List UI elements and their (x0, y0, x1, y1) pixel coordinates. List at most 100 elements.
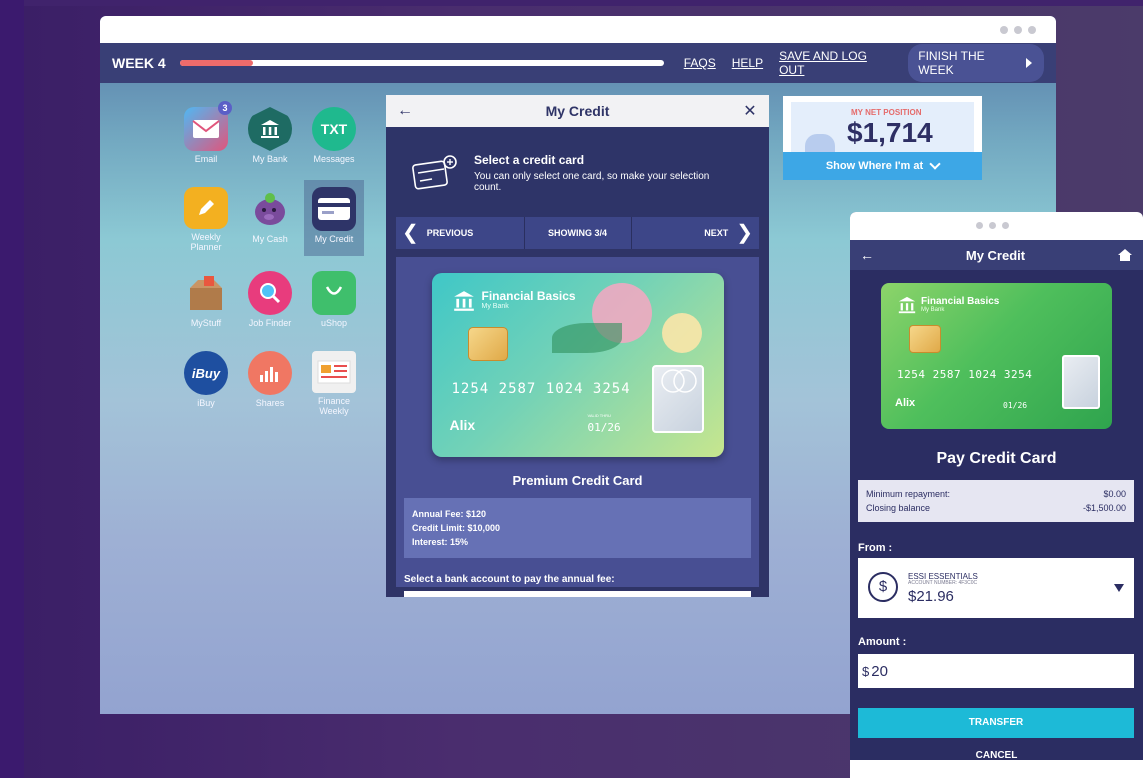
card-valid-date: 01/26 (587, 421, 621, 434)
card-number: 1254 2587 1024 3254 (451, 381, 631, 397)
app-job-finder[interactable]: Job Finder (240, 268, 300, 336)
frangipani-decoration (661, 313, 702, 353)
piggy-bank-icon (248, 187, 292, 231)
app-shares[interactable]: Shares (240, 348, 300, 416)
week-progress-bar (180, 60, 664, 66)
app-email[interactable]: 3 Email (176, 101, 236, 172)
card-holder: Alix (895, 397, 916, 409)
left-edge-strip (0, 0, 24, 778)
txt-glyph: TXT (320, 121, 348, 137)
show-where-im-at-button[interactable]: Show Where I'm at (783, 152, 982, 180)
closing-balance-value: -$1,500.00 (1082, 503, 1126, 513)
app-my-cash[interactable]: My Cash (240, 184, 300, 252)
repayment-summary: Minimum repayment: $0.00 Closing balance… (858, 480, 1134, 522)
card-number: 1254 2587 1024 3254 (897, 368, 1033, 381)
my-credit-window: ← My Credit ✕ Select a credit card You c… (386, 95, 769, 597)
mobile-header: ← My Credit (850, 240, 1143, 270)
week-bar: WEEK 4 FAQS HELP SAVE AND LOG OUT FINISH… (100, 43, 1056, 83)
amount-field[interactable]: $ 20 (858, 654, 1134, 688)
transfer-button[interactable]: TRANSFER (858, 708, 1134, 738)
app-messages[interactable]: TXT Messages (304, 104, 364, 172)
app-label: uShop (320, 318, 348, 328)
amount-label: Amount : (858, 636, 907, 648)
app-my-bank[interactable]: My Bank (240, 104, 300, 172)
app-ushop[interactable]: uShop (304, 268, 364, 336)
intro-text: You can only select one card, so make yo… (474, 171, 710, 193)
app-label: MyStuff (190, 318, 222, 328)
leaf-decoration (551, 323, 622, 353)
chart-icon (248, 351, 292, 395)
card-bank-sub: My Bank (921, 307, 945, 313)
from-account-select[interactable]: $ ESSI ESSENTIALS ACCOUNT NUMBER: 4F3C0C… (858, 558, 1134, 618)
ibuy-glyph: iBuy (191, 365, 221, 381)
app-label: Weekly Planner (190, 232, 222, 252)
my-credit-header: ← My Credit ✕ (386, 95, 769, 127)
card-product-name: Premium Credit Card (512, 473, 643, 488)
close-icon[interactable]: ✕ (741, 101, 759, 121)
min-repayment-value: $0.00 (1103, 489, 1126, 499)
app-mystuff[interactable]: MyStuff (176, 268, 236, 336)
min-repayment-label: Minimum repayment: (866, 489, 951, 499)
dollar-circle-icon: $ (868, 572, 898, 602)
txt-icon: TXT (312, 107, 356, 151)
app-ibuy[interactable]: iBuy iBuy (176, 348, 236, 416)
window-controls[interactable] (1000, 26, 1036, 34)
card-holder: Alix (449, 417, 476, 433)
card-valid-date: 01/26 (1003, 401, 1028, 410)
save-and-log-out-link[interactable]: SAVE AND LOG OUT (779, 49, 892, 77)
net-position-value: $1,714 (847, 117, 933, 148)
pay-credit-card-title: Pay Credit Card (936, 450, 1057, 467)
bank-icon (248, 107, 292, 151)
help-link[interactable]: HELP (732, 56, 763, 70)
bank-logo-icon (453, 291, 474, 311)
net-position-panel: MY NET POSITION $1,714 (791, 102, 974, 156)
intro-title: Select a credit card (474, 153, 585, 167)
credit-card-outline-icon (412, 155, 457, 190)
valid-thru-label: VALID THRU (587, 413, 611, 418)
app-label: Shares (255, 398, 285, 408)
card-network-icon (660, 369, 697, 393)
home-icon[interactable] (1117, 248, 1133, 262)
app-label: Job Finder (248, 318, 292, 328)
app-icon-grid: 3 Email My Bank TXT Messages Weekly Plan… (176, 101, 364, 416)
account-number: ACCOUNT NUMBER: 4F3C0C (908, 580, 978, 586)
mobile-window-controls[interactable] (976, 222, 1009, 229)
app-finance-weekly[interactable]: Finance Weekly (304, 348, 364, 416)
faqs-link[interactable]: FAQS (684, 56, 716, 70)
show-where-label: Show Where I'm at (825, 160, 924, 172)
play-icon (1026, 58, 1032, 68)
amount-currency: $ (862, 663, 870, 679)
amount-value: 20 (871, 662, 888, 680)
app-my-credit[interactable]: My Credit (304, 180, 364, 256)
credit-limit-text: Credit Limit: $10,000 (412, 523, 501, 533)
shopping-bag-icon (312, 271, 356, 315)
window-title: My Credit (545, 103, 610, 119)
annual-fee-account-select[interactable] (404, 591, 751, 597)
finish-the-week-button[interactable]: FINISH THE WEEK (908, 44, 1044, 82)
next-button[interactable]: NEXT ❯ (632, 217, 760, 249)
premium-credit-card-image[interactable]: Financial Basics My Bank 1254 2587 1024 … (431, 273, 724, 457)
chevron-right-icon: ❯ (736, 222, 753, 244)
select-card-intro: Select a credit card You can only select… (386, 127, 769, 217)
previous-button[interactable]: ❮ PREVIOUS (396, 217, 524, 249)
magnifier-icon (248, 271, 292, 315)
chip-icon (467, 327, 508, 361)
account-balance: $21.96 (908, 588, 954, 605)
chip-icon (909, 325, 941, 353)
app-weekly-planner[interactable]: Weekly Planner (176, 184, 236, 252)
net-position-label: MY NET POSITION (851, 108, 922, 117)
week-label: WEEK 4 (112, 55, 166, 71)
dropdown-arrow-icon (1114, 584, 1124, 592)
mobile-title: My Credit (965, 247, 1026, 263)
back-arrow-icon[interactable]: ← (860, 247, 874, 263)
app-label: My Cash (252, 234, 288, 244)
top-edge-strip (24, 0, 1143, 6)
mobile-bottom-bar (850, 760, 1143, 778)
pencil-icon (184, 187, 228, 229)
week-progress-fill (180, 60, 253, 66)
card-bank-name: Financial Basics (481, 289, 576, 303)
newspaper-icon (312, 351, 356, 393)
app-label: iBuy (197, 398, 215, 408)
back-arrow-icon[interactable]: ← (396, 102, 414, 120)
next-label: NEXT (704, 228, 729, 238)
